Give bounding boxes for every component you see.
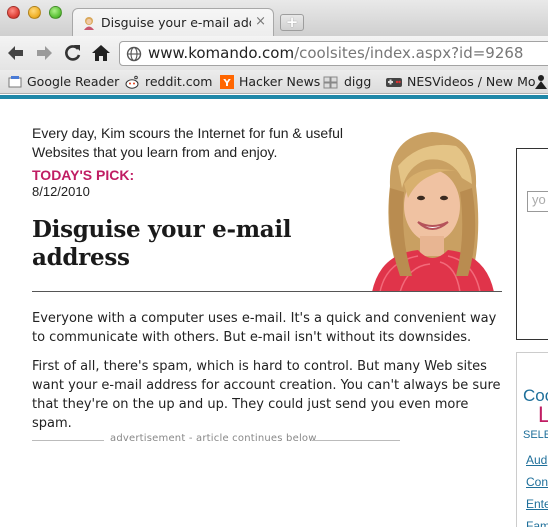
address-bar[interactable]: www.komando.com/coolsites/index.aspx?id=… (119, 41, 548, 66)
back-arrow-icon (8, 46, 23, 60)
browser-titlebar: Disguise your e-mail address × + (0, 0, 548, 36)
back-button[interactable] (5, 43, 27, 63)
new-tab-button[interactable]: + (280, 14, 304, 31)
article-paragraph: First of all, there's spam, which is har… (32, 359, 501, 431)
home-icon (92, 45, 110, 61)
url-host: www.komando.com (148, 44, 295, 62)
tab-title: Disguise your e-mail address (101, 15, 251, 30)
sidebar-select-label: SELE (523, 429, 548, 441)
globe-icon (126, 46, 142, 62)
sidebar-category-link[interactable]: Con (526, 475, 548, 489)
ad-divider-right (312, 440, 400, 441)
bookmark-label: Google Reader (27, 74, 120, 89)
advertisement-notice: advertisement - article continues below (110, 433, 317, 444)
nesvideos-icon (386, 78, 402, 87)
host-portrait-image (360, 126, 502, 292)
window-zoom-button[interactable] (49, 6, 62, 19)
site-header-accent-bar (0, 95, 548, 99)
sidebar-search-box: yo (516, 148, 548, 340)
window-close-button[interactable] (7, 6, 20, 19)
intro-text: Every day, Kim scours the Internet for f… (32, 125, 343, 160)
headline-divider (32, 291, 502, 292)
hacker-news-icon: Y (220, 75, 234, 89)
forward-arrow-icon (37, 46, 52, 60)
home-button[interactable] (90, 43, 112, 63)
bookmark-google-reader[interactable]: Google Reader (8, 74, 119, 89)
browser-toolbar: www.komando.com/coolsites/index.aspx?id=… (0, 36, 548, 70)
sidebar-category-link[interactable]: Aud (526, 453, 547, 467)
person-icon (535, 75, 547, 89)
sidebar-l-heading: L (538, 402, 548, 427)
article-paragraph: Everyone with a computer uses e-mail. It… (32, 311, 497, 345)
svg-text:Y: Y (222, 78, 231, 89)
bookmark-nesvideos[interactable]: NESVideos / New Mo (386, 74, 536, 89)
bookmark-label: Hacker News (239, 74, 321, 89)
bookmark-reddit[interactable]: reddit.com (124, 74, 212, 89)
bookmarks-bar: Google Reader reddit.com Y Hacker News d… (0, 70, 548, 94)
reload-icon (65, 45, 81, 61)
article-headline: Disguise your e-mail address (32, 216, 292, 271)
bookmark-overflow[interactable] (533, 74, 548, 90)
digg-icon (323, 76, 338, 89)
url-path: /coolsites/index.aspx?id=9268 (294, 44, 524, 62)
sidebar-category-link[interactable]: Ente (526, 497, 548, 511)
tab-close-icon[interactable]: × (255, 14, 266, 29)
todays-pick-label: TODAY'S PICK: (32, 167, 135, 183)
bookmark-label: NESVideos / New Mo (407, 74, 536, 89)
bookmark-hacker-news[interactable]: Y Hacker News (220, 74, 320, 89)
kim-favicon-icon (84, 17, 94, 30)
ad-divider-left (32, 440, 104, 441)
forward-button[interactable] (33, 43, 55, 63)
reload-button[interactable] (62, 43, 84, 63)
kim-komando-photo (360, 126, 502, 292)
pick-date: 8/12/2010 (32, 184, 90, 199)
sidebar-search-input[interactable]: yo (527, 191, 548, 212)
browser-tab-active[interactable]: Disguise your e-mail address × (72, 8, 274, 36)
reddit-icon (125, 75, 139, 89)
sidebar-category-link[interactable]: Fam (526, 519, 548, 527)
window-minimize-button[interactable] (28, 6, 41, 19)
bookmark-digg[interactable]: digg (323, 74, 371, 89)
bookmark-label: digg (344, 74, 372, 89)
bookmark-label: reddit.com (145, 74, 213, 89)
url-text: www.komando.com/coolsites/index.aspx?id=… (148, 44, 523, 62)
google-reader-icon (8, 76, 22, 88)
